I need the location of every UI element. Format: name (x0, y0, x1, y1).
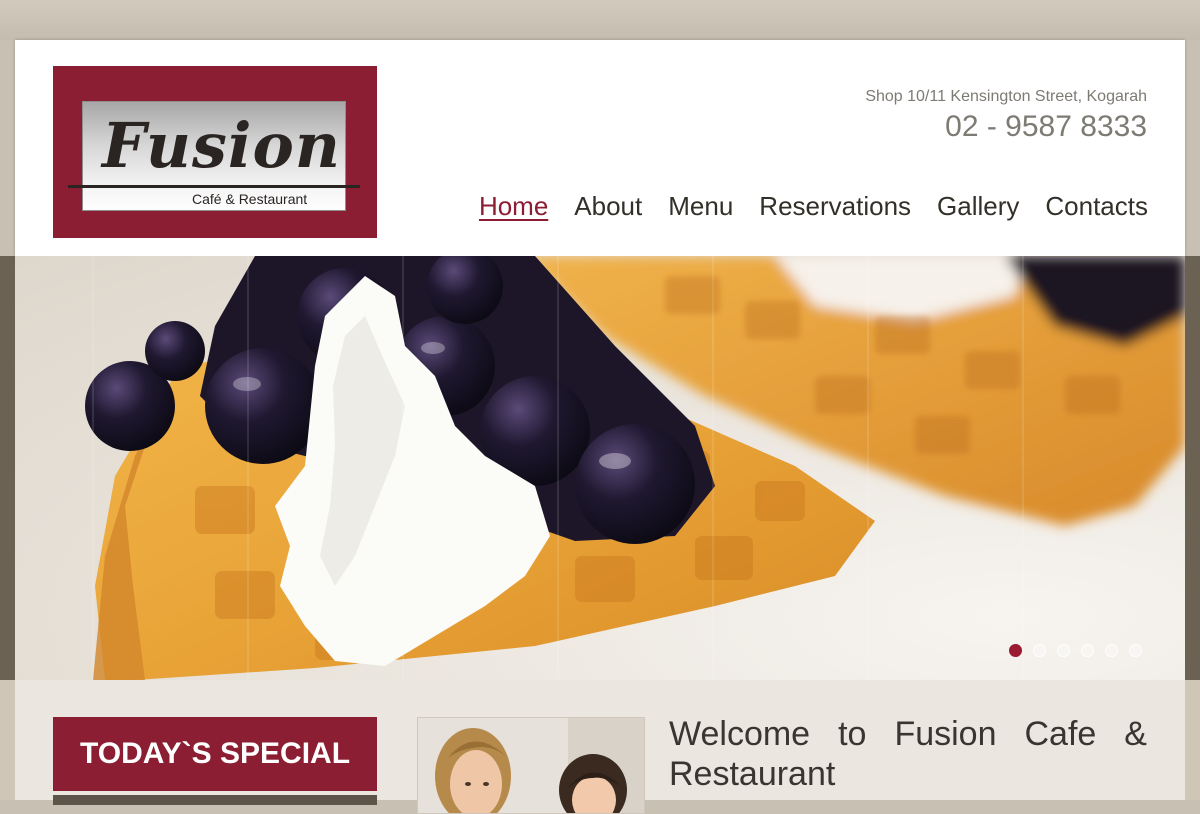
slider-dot-4[interactable] (1081, 644, 1094, 657)
hero-slider[interactable] (15, 256, 1185, 680)
address-text: Shop 10/11 Kensington Street, Kogarah (865, 88, 1147, 105)
phone-number: 02 - 9587 8333 (945, 110, 1147, 143)
slider-dot-3[interactable] (1057, 644, 1070, 657)
main-nav: Home About Menu Reservations Gallery Con… (453, 192, 1148, 221)
logo-tagline: Café & Restaurant (192, 191, 308, 207)
nav-item-about[interactable]: About (574, 192, 642, 221)
header: Fusion Café & Restaurant Shop 10/11 Kens… (15, 40, 1185, 256)
nav-item-reservations[interactable]: Reservations (759, 192, 911, 221)
slider-dot-2[interactable] (1033, 644, 1046, 657)
slider-dots (1009, 644, 1153, 657)
hero-image (85, 256, 1185, 680)
welcome-heading: Welcome to Fusion Cafe & Restaurant (669, 715, 1147, 793)
slider-dot-5[interactable] (1105, 644, 1118, 657)
welcome-photo (417, 717, 645, 814)
nav-item-contacts[interactable]: Contacts (1045, 192, 1148, 221)
todays-special-heading: TODAY`S SPECIAL (53, 717, 377, 791)
page: Fusion Café & Restaurant Shop 10/11 Kens… (15, 40, 1185, 814)
slider-dot-6[interactable] (1129, 644, 1142, 657)
content-section: TODAY`S SPECIAL Welcome to Fusion Cafe &… (15, 680, 1185, 814)
logo-plate: Fusion Café & Restaurant (68, 101, 360, 211)
welcome-photo-image (418, 718, 644, 813)
logo-rule (68, 185, 360, 188)
logo-wordmark: Fusion (102, 109, 341, 182)
nav-item-home[interactable]: Home (479, 192, 548, 221)
nav-item-menu[interactable]: Menu (668, 192, 733, 221)
nav-item-gallery[interactable]: Gallery (937, 192, 1019, 221)
todays-special-bar (53, 795, 377, 805)
logo[interactable]: Fusion Café & Restaurant (53, 66, 377, 238)
top-strip (0, 0, 1200, 40)
slider-dot-1[interactable] (1009, 644, 1022, 657)
